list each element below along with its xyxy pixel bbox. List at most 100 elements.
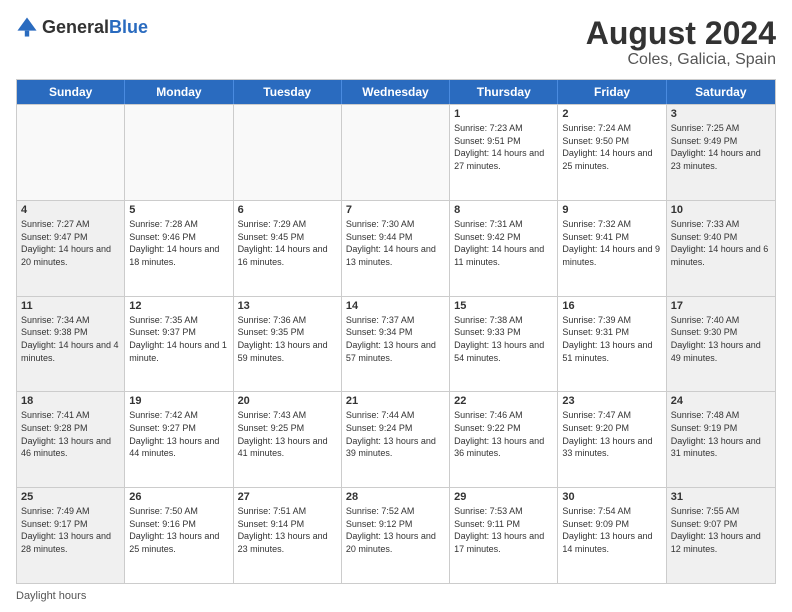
day-number: 29 xyxy=(454,491,553,503)
day-details: Sunrise: 7:33 AMSunset: 9:40 PMDaylight:… xyxy=(671,218,771,268)
calendar-week-5: 25 Sunrise: 7:49 AMSunset: 9:17 PMDayligh… xyxy=(17,487,775,583)
calendar-cell: 5Sunrise: 7:28 AMSunset: 9:46 PMDaylight… xyxy=(125,201,233,296)
day-details: Sunrise: 7:39 AMSunset: 9:31 PMDaylight:… xyxy=(562,314,661,364)
day-number: 5 xyxy=(129,204,228,216)
day-details: Sunrise: 7:48 AMSunset: 9:19 PMDaylight:… xyxy=(671,409,771,459)
day-details: Sunrise: 7:31 AMSunset: 9:42 PMDaylight:… xyxy=(454,218,553,268)
day-details: Sunrise: 7:49 AMSunset: 9:17 PMDaylight:… xyxy=(21,505,120,555)
page: GeneralBlue August 2024 Coles, Galicia, … xyxy=(0,0,792,612)
day-number: 17 xyxy=(671,300,771,312)
calendar-cell: 27Sunrise: 7:51 AMSunset: 9:14 PMDayligh… xyxy=(234,488,342,583)
day-header-friday: Friday xyxy=(558,80,666,104)
day-details: Sunrise: 7:44 AMSunset: 9:24 PMDaylight:… xyxy=(346,409,445,459)
day-number: 30 xyxy=(562,491,661,503)
calendar-cell xyxy=(342,105,450,200)
calendar-cell: 13 Sunrise: 7:36 AMSunset: 9:35 PMDayligh… xyxy=(234,297,342,392)
day-details: Sunrise: 7:34 AMSunset: 9:38 PMDaylight:… xyxy=(21,314,120,364)
calendar-cell: 19 Sunrise: 7:42 AMSunset: 9:27 PMDayligh… xyxy=(125,392,233,487)
day-number: 24 xyxy=(671,395,771,407)
day-details: Sunrise: 7:27 AMSunset: 9:47 PMDaylight:… xyxy=(21,218,120,268)
day-header-wednesday: Wednesday xyxy=(342,80,450,104)
calendar-cell: 8 Sunrise: 7:31 AMSunset: 9:42 PMDaylight… xyxy=(450,201,558,296)
day-number: 22 xyxy=(454,395,553,407)
calendar-cell: 2 Sunrise: 7:24 AMSunset: 9:50 PMDaylight… xyxy=(558,105,666,200)
day-number: 18 xyxy=(21,395,120,407)
calendar-cell: 30Sunrise: 7:54 AMSunset: 9:09 PMDayligh… xyxy=(558,488,666,583)
sub-title: Coles, Galicia, Spain xyxy=(586,51,776,69)
day-number: 1 xyxy=(454,108,553,120)
calendar-cell: 4 Sunrise: 7:27 AMSunset: 9:47 PMDaylight… xyxy=(17,201,125,296)
calendar-cell: 29 Sunrise: 7:53 AMSunset: 9:11 PMDayligh… xyxy=(450,488,558,583)
calendar-cell: 9Sunrise: 7:32 AMSunset: 9:41 PMDaylight… xyxy=(558,201,666,296)
calendar-week-4: 18 Sunrise: 7:41 AMSunset: 9:28 PMDayligh… xyxy=(17,391,775,487)
calendar-week-2: 4 Sunrise: 7:27 AMSunset: 9:47 PMDaylight… xyxy=(17,200,775,296)
day-details: Sunrise: 7:38 AMSunset: 9:33 PMDaylight:… xyxy=(454,314,553,364)
day-details: Sunrise: 7:55 AMSunset: 9:07 PMDaylight:… xyxy=(671,505,771,555)
calendar-cell xyxy=(234,105,342,200)
calendar: SundayMondayTuesdayWednesdayThursdayFrid… xyxy=(16,79,776,584)
day-header-thursday: Thursday xyxy=(450,80,558,104)
day-details: Sunrise: 7:35 AMSunset: 9:37 PMDaylight:… xyxy=(129,314,228,364)
logo-icon xyxy=(16,16,38,38)
day-number: 9 xyxy=(562,204,661,216)
day-details: Sunrise: 7:47 AMSunset: 9:20 PMDaylight:… xyxy=(562,409,661,459)
day-number: 4 xyxy=(21,204,120,216)
day-details: Sunrise: 7:36 AMSunset: 9:35 PMDaylight:… xyxy=(238,314,337,364)
day-number: 31 xyxy=(671,491,771,503)
day-number: 25 xyxy=(21,491,120,503)
day-number: 2 xyxy=(562,108,661,120)
day-number: 10 xyxy=(671,204,771,216)
calendar-cell: 18 Sunrise: 7:41 AMSunset: 9:28 PMDayligh… xyxy=(17,392,125,487)
calendar-cell: 15Sunrise: 7:38 AMSunset: 9:33 PMDayligh… xyxy=(450,297,558,392)
day-details: Sunrise: 7:52 AMSunset: 9:12 PMDaylight:… xyxy=(346,505,445,555)
logo-general: General xyxy=(42,17,109,37)
calendar-cell: 17 Sunrise: 7:40 AMSunset: 9:30 PMDayligh… xyxy=(667,297,775,392)
calendar-cell: 7 Sunrise: 7:30 AMSunset: 9:44 PMDaylight… xyxy=(342,201,450,296)
day-number: 14 xyxy=(346,300,445,312)
day-number: 13 xyxy=(238,300,337,312)
calendar-cell: 21 Sunrise: 7:44 AMSunset: 9:24 PMDayligh… xyxy=(342,392,450,487)
day-details: Sunrise: 7:25 AMSunset: 9:49 PMDaylight:… xyxy=(671,122,771,172)
footer: Daylight hours xyxy=(16,590,776,602)
day-number: 20 xyxy=(238,395,337,407)
day-details: Sunrise: 7:43 AMSunset: 9:25 PMDaylight:… xyxy=(238,409,337,459)
day-details: Sunrise: 7:53 AMSunset: 9:11 PMDaylight:… xyxy=(454,505,553,555)
day-header-sunday: Sunday xyxy=(17,80,125,104)
day-details: Sunrise: 7:40 AMSunset: 9:30 PMDaylight:… xyxy=(671,314,771,364)
logo-blue: Blue xyxy=(109,17,148,37)
day-details: Sunrise: 7:41 AMSunset: 9:28 PMDaylight:… xyxy=(21,409,120,459)
calendar-cell: 25 Sunrise: 7:49 AMSunset: 9:17 PMDayligh… xyxy=(17,488,125,583)
calendar-cell xyxy=(17,105,125,200)
day-details: Sunrise: 7:42 AMSunset: 9:27 PMDaylight:… xyxy=(129,409,228,459)
day-details: Sunrise: 7:30 AMSunset: 9:44 PMDaylight:… xyxy=(346,218,445,268)
day-number: 11 xyxy=(21,300,120,312)
day-number: 26 xyxy=(129,491,228,503)
calendar-header: SundayMondayTuesdayWednesdayThursdayFrid… xyxy=(17,80,775,104)
logo: GeneralBlue xyxy=(16,16,148,38)
day-number: 12 xyxy=(129,300,228,312)
calendar-cell: 22Sunrise: 7:46 AMSunset: 9:22 PMDayligh… xyxy=(450,392,558,487)
calendar-cell: 26Sunrise: 7:50 AMSunset: 9:16 PMDayligh… xyxy=(125,488,233,583)
day-details: Sunrise: 7:29 AMSunset: 9:45 PMDaylight:… xyxy=(238,218,337,268)
day-number: 28 xyxy=(346,491,445,503)
day-details: Sunrise: 7:23 AMSunset: 9:51 PMDaylight:… xyxy=(454,122,553,172)
calendar-cell: 14 Sunrise: 7:37 AMSunset: 9:34 PMDayligh… xyxy=(342,297,450,392)
day-number: 7 xyxy=(346,204,445,216)
day-number: 3 xyxy=(671,108,771,120)
header: GeneralBlue August 2024 Coles, Galicia, … xyxy=(16,16,776,69)
calendar-cell: 6Sunrise: 7:29 AMSunset: 9:45 PMDaylight… xyxy=(234,201,342,296)
day-number: 8 xyxy=(454,204,553,216)
main-title: August 2024 xyxy=(586,16,776,51)
calendar-week-1: 1 Sunrise: 7:23 AMSunset: 9:51 PMDaylight… xyxy=(17,104,775,200)
day-number: 19 xyxy=(129,395,228,407)
calendar-cell: 10 Sunrise: 7:33 AMSunset: 9:40 PMDayligh… xyxy=(667,201,775,296)
footer-text: Daylight hours xyxy=(16,590,86,602)
calendar-cell xyxy=(125,105,233,200)
calendar-body: 1 Sunrise: 7:23 AMSunset: 9:51 PMDaylight… xyxy=(17,104,775,583)
day-number: 16 xyxy=(562,300,661,312)
day-details: Sunrise: 7:37 AMSunset: 9:34 PMDaylight:… xyxy=(346,314,445,364)
day-number: 21 xyxy=(346,395,445,407)
title-block: August 2024 Coles, Galicia, Spain xyxy=(586,16,776,69)
day-details: Sunrise: 7:24 AMSunset: 9:50 PMDaylight:… xyxy=(562,122,661,172)
calendar-cell: 24 Sunrise: 7:48 AMSunset: 9:19 PMDayligh… xyxy=(667,392,775,487)
